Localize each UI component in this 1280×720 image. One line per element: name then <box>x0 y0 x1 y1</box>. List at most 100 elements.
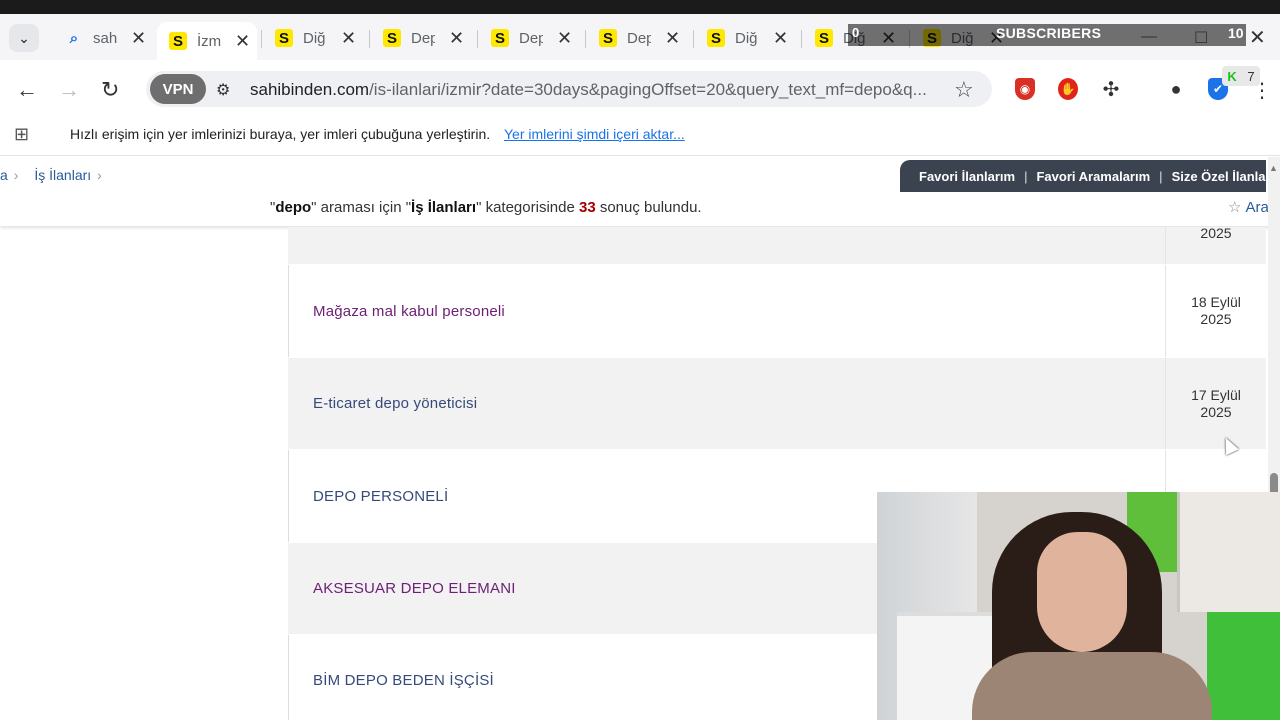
close-tab-icon[interactable]: ✕ <box>773 28 788 49</box>
adblock-extension-icon[interactable]: ✋ <box>1058 78 1078 100</box>
nav-divider: | <box>1159 168 1163 184</box>
tab-title: İzm <box>197 32 221 50</box>
site-favicon-icon: S <box>815 29 833 47</box>
url-path: /is-ilanlari/izmir?date=30days&pagingOff… <box>369 80 927 99</box>
site-favicon-icon: S <box>169 32 187 50</box>
webcam-overlay <box>877 492 1280 720</box>
tab-separator <box>693 30 694 48</box>
browser-tab[interactable]: S Dep ✕ <box>481 22 577 54</box>
listing-title-link[interactable]: Mağaza mal kabul personeli <box>313 303 505 320</box>
listing-date-year: 2025 <box>1200 311 1232 327</box>
listing-title-link[interactable]: E-ticaret depo yöneticisi <box>313 395 477 412</box>
extension-badge-letter: K <box>1227 68 1237 84</box>
browser-menu-icon[interactable]: ⋮ <box>1252 78 1272 103</box>
result-text-part: araması için <box>320 199 402 216</box>
close-tab-icon[interactable]: ✕ <box>449 28 464 49</box>
close-window-icon[interactable]: ✕ <box>1249 25 1266 50</box>
result-summary: "depo" araması için "İş İlanları" katego… <box>270 199 702 216</box>
listing-date: 17 Eylül 2025 <box>1165 358 1266 449</box>
tab-search-button[interactable]: ⌄ <box>9 24 39 52</box>
breadcrumb: a › İş İlanları › <box>0 167 108 183</box>
profile-icon[interactable]: ● <box>1166 78 1186 100</box>
browser-tab[interactable]: S Dep ✕ <box>589 22 685 54</box>
listing-row[interactable]: Mağaza mal kabul personeli 18 Eylül 2025 <box>288 265 1266 358</box>
tab-title: Dep <box>411 29 435 47</box>
star-icon: ☆ <box>1228 199 1242 216</box>
tab-separator <box>261 30 262 48</box>
tab-separator <box>585 30 586 48</box>
tab-title: Diğ <box>303 29 326 47</box>
tab-title: Diğ <box>735 29 758 47</box>
nav-divider: | <box>1024 168 1028 184</box>
browser-tab[interactable]: S Diğ ✕ <box>697 22 793 54</box>
webcam-person-body <box>972 652 1212 720</box>
shield-extension-icon[interactable]: ◉ <box>1015 78 1035 100</box>
maximize-icon[interactable]: ☐ <box>1194 28 1208 48</box>
favorite-listings-link[interactable]: Favori İlanlarım <box>919 169 1015 184</box>
browser-tab[interactable]: ⌕ sahi ✕ <box>55 22 151 54</box>
browser-tab[interactable]: S Diğ ✕ <box>265 22 361 54</box>
listing-row[interactable]: E-ticaret depo yöneticisi 17 Eylül 2025 <box>288 358 1266 450</box>
listing-title-link[interactable]: AKSESUAR DEPO ELEMANI <box>313 580 516 597</box>
search-category: İş İlanları <box>411 199 477 216</box>
chevron-right-icon: › <box>13 167 19 183</box>
close-tab-icon[interactable]: ✕ <box>131 28 146 49</box>
personal-listings-link[interactable]: Size Özel İlanlar <box>1172 169 1271 184</box>
tab-title: Dep <box>519 29 543 47</box>
listing-date-day: 18 Eylül <box>1191 294 1241 310</box>
search-icon: ⌕ <box>69 29 79 47</box>
scroll-up-icon[interactable]: ▲ <box>1269 163 1278 173</box>
subscriber-counter-right: 10 <box>1228 25 1244 41</box>
breadcrumb-item[interactable]: a <box>0 167 8 183</box>
url-host: sahibinden.com <box>250 80 370 99</box>
listing-title-link[interactable]: BİM DEPO BEDEN İŞÇİSİ <box>313 672 494 689</box>
subscriber-counter-left: 0 <box>852 25 860 40</box>
favorite-searches-link[interactable]: Favori Aramalarım <box>1036 169 1150 184</box>
tab-title: sahi <box>93 29 117 47</box>
close-tab-icon[interactable]: ✕ <box>665 28 680 49</box>
import-bookmarks-link[interactable]: Yer imlerini şimdi içeri aktar... <box>504 126 685 142</box>
webcam-green-drawer <box>1207 612 1280 720</box>
site-favicon-icon: S <box>599 29 617 47</box>
save-search-label: Ara <box>1245 199 1269 216</box>
forward-icon[interactable]: → <box>58 77 80 103</box>
apps-grid-icon[interactable]: ⊞ <box>14 124 29 145</box>
url-text[interactable]: sahibinden.com/is-ilanlari/izmir?date=30… <box>250 80 940 100</box>
tab-title: Dep <box>627 29 651 47</box>
chevron-down-icon: ⌄ <box>18 29 30 46</box>
chevron-right-icon: › <box>97 167 102 183</box>
tab-separator <box>477 30 478 48</box>
bookmark-star-icon[interactable]: ☆ <box>954 77 974 103</box>
result-text-part: kategorisinde <box>485 199 575 216</box>
bookmarks-hint: Hızlı erişim için yer imlerinizi buraya,… <box>70 126 491 142</box>
extensions-puzzle-icon[interactable]: ✣ <box>1101 78 1121 101</box>
minimize-icon[interactable]: — <box>1141 28 1157 46</box>
result-summary-bar: "depo" araması için "İş İlanları" katego… <box>0 192 1280 226</box>
close-tab-icon[interactable]: ✕ <box>341 28 356 49</box>
listing-row[interactable]: 2025 <box>288 225 1266 265</box>
webcam-person-face <box>1037 532 1127 652</box>
back-icon[interactable]: ← <box>16 77 38 103</box>
save-search-button[interactable]: ☆ Ara <box>1228 198 1269 216</box>
browser-tab[interactable]: S İzm ✕ <box>157 22 257 60</box>
browser-tab[interactable]: S Dep ✕ <box>373 22 469 54</box>
site-favicon-icon: S <box>383 29 401 47</box>
tab-separator <box>369 30 370 48</box>
tab-separator <box>801 30 802 48</box>
reload-icon[interactable]: ↻ <box>101 77 119 103</box>
listing-date-year: 2025 <box>1200 403 1232 420</box>
site-favicon-icon: S <box>275 29 293 47</box>
listing-date: 18 Eylül 2025 <box>1165 265 1266 357</box>
listing-date-day: 17 Eylül <box>1191 386 1241 403</box>
result-count: 33 <box>578 199 596 216</box>
vpn-badge[interactable]: VPN <box>150 74 206 104</box>
listing-title-link[interactable]: DEPO PERSONELİ <box>313 488 448 505</box>
close-tab-icon[interactable]: ✕ <box>235 31 250 52</box>
site-settings-icon[interactable]: ⚙ <box>216 80 230 100</box>
listing-date: 2025 <box>1165 225 1266 264</box>
breadcrumb-item[interactable]: İş İlanları <box>34 167 91 183</box>
webcam-bookshelf <box>1177 492 1280 612</box>
window-top-bar <box>0 0 1280 14</box>
close-tab-icon[interactable]: ✕ <box>557 28 572 49</box>
result-text-part: sonuç bulundu. <box>599 199 702 216</box>
